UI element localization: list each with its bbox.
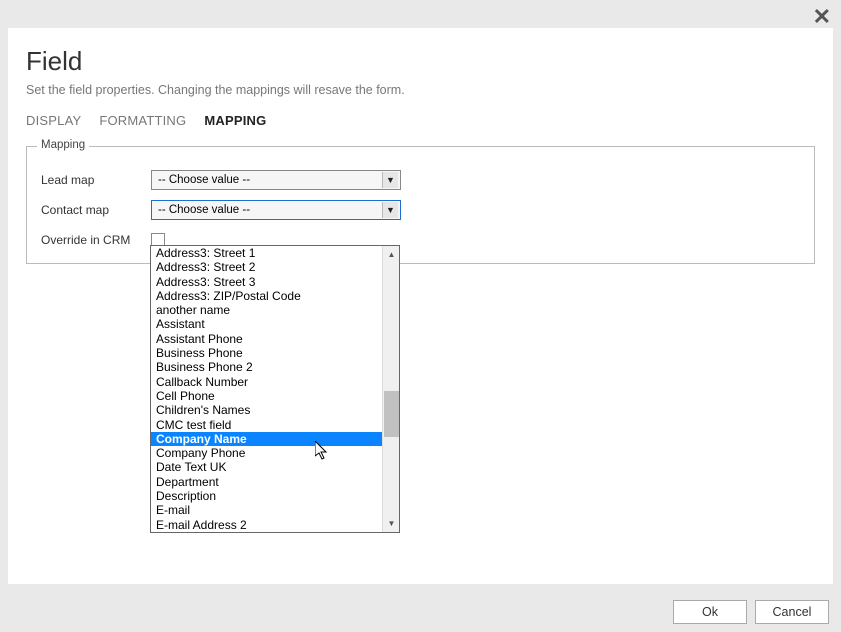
dropdown-option[interactable]: Assistant [151,317,383,331]
contact-map-label: Contact map [41,203,151,217]
dropdown-option[interactable]: Assistant Phone [151,332,383,346]
chevron-down-icon: ▼ [382,202,398,218]
page-subtitle: Set the field properties. Changing the m… [26,83,815,97]
dialog-panel: Field Set the field properties. Changing… [8,28,833,584]
scroll-down-icon[interactable]: ▼ [383,515,400,532]
lead-map-value: -- Choose value -- [158,174,250,186]
close-icon[interactable]: ✕ [813,4,831,30]
dropdown-option[interactable]: Address3: ZIP/Postal Code [151,289,383,303]
dropdown-option[interactable]: CMC test field [151,418,383,432]
ok-button[interactable]: Ok [673,600,747,624]
override-label: Override in CRM [41,233,151,247]
dropdown-option[interactable]: Address3: Street 2 [151,260,383,274]
dropdown-option[interactable]: Callback Number [151,375,383,389]
lead-map-label: Lead map [41,173,151,187]
contact-map-select[interactable]: -- Choose value -- ▼ [151,200,401,220]
scroll-thumb[interactable] [384,391,399,437]
chevron-down-icon: ▼ [382,172,398,188]
dropdown-option[interactable]: Address3: Street 1 [151,246,383,260]
dropdown-option[interactable]: E-mail [151,503,383,517]
dialog-footer: Ok Cancel [0,592,841,632]
dropdown-option[interactable]: Cell Phone [151,389,383,403]
dropdown-option[interactable]: Business Phone 2 [151,360,383,374]
tab-formatting[interactable]: FORMATTING [99,113,186,128]
mapping-fieldset: Mapping Lead map -- Choose value -- ▼ Co… [26,146,815,264]
dropdown-option[interactable]: Description [151,489,383,503]
lead-map-select[interactable]: -- Choose value -- ▼ [151,170,401,190]
fieldset-legend: Mapping [37,139,89,151]
dropdown-option[interactable]: Children's Names [151,403,383,417]
dropdown-option[interactable]: Company Phone [151,446,383,460]
dropdown-option[interactable]: another name [151,303,383,317]
dropdown-option[interactable]: Date Text UK [151,460,383,474]
tab-bar: DISPLAY FORMATTING MAPPING [26,113,815,128]
tab-display[interactable]: DISPLAY [26,113,81,128]
dropdown-option[interactable]: Company Name [151,432,383,446]
dropdown-option[interactable]: Department [151,475,383,489]
scrollbar[interactable]: ▲ ▼ [382,246,399,532]
scroll-track[interactable] [383,263,400,515]
contact-map-dropdown: Address3: Street 1Address3: Street 2Addr… [150,245,400,533]
cancel-button[interactable]: Cancel [755,600,829,624]
dropdown-option[interactable]: E-mail Address 2 [151,518,383,532]
tab-mapping[interactable]: MAPPING [204,113,266,128]
contact-map-value: -- Choose value -- [158,204,250,216]
page-title: Field [26,46,815,77]
dropdown-option[interactable]: Address3: Street 3 [151,275,383,289]
dropdown-option[interactable]: Business Phone [151,346,383,360]
scroll-up-icon[interactable]: ▲ [383,246,400,263]
dropdown-list: Address3: Street 1Address3: Street 2Addr… [151,246,383,532]
